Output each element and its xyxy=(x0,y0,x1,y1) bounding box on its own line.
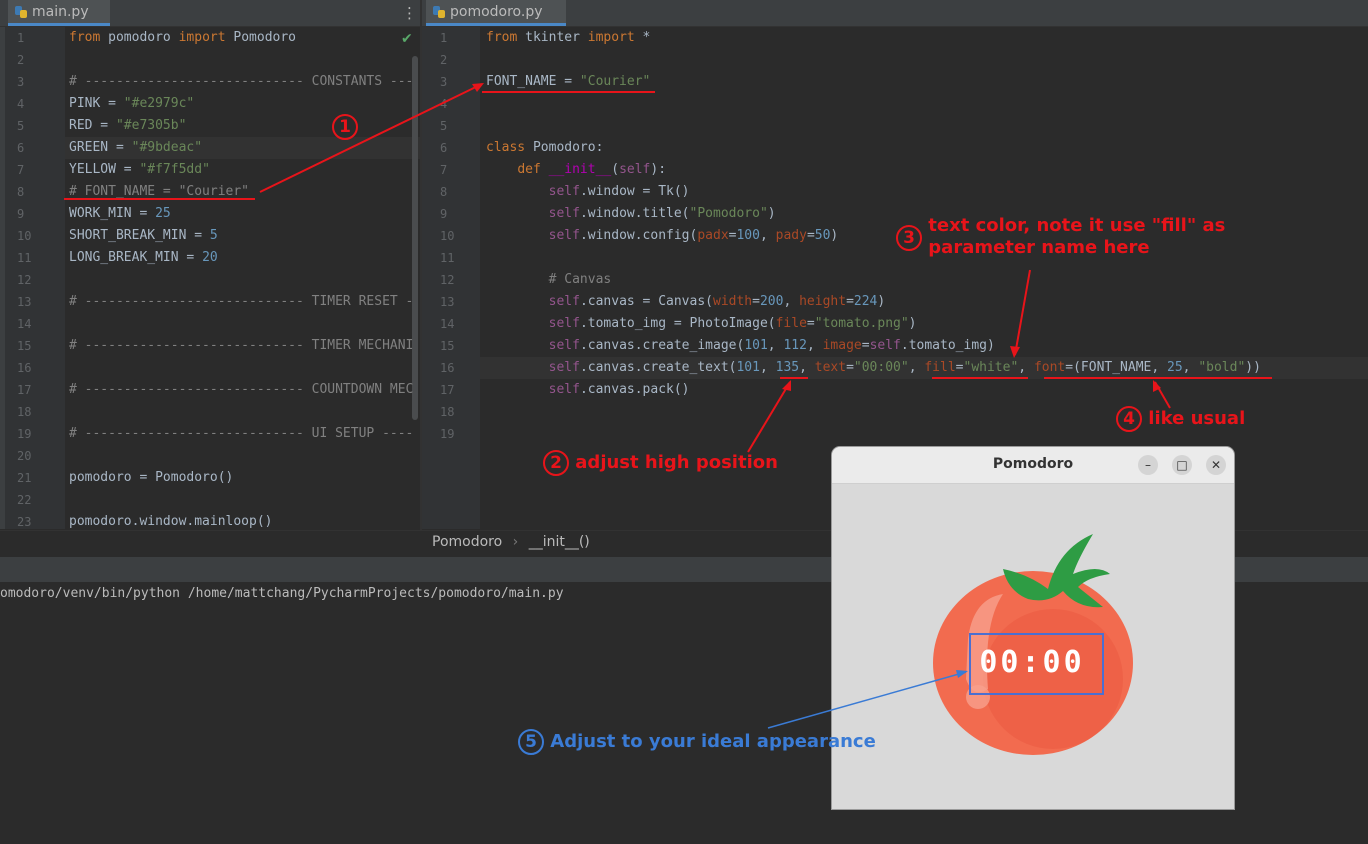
arrow-1 xyxy=(259,83,483,193)
annotation-3-number: 3 xyxy=(896,225,922,251)
annotation-4-number: 4 xyxy=(1116,406,1142,432)
annotation-4: 4 like usual xyxy=(1116,406,1245,432)
annotation-3: 3 text color, note it use "fill" as para… xyxy=(896,215,1225,259)
annotation-2: 2 adjust high position xyxy=(543,450,778,476)
annotation-5-number: 5 xyxy=(518,729,544,755)
arrow-5-head xyxy=(956,670,968,678)
annotation-4-text: like usual xyxy=(1148,408,1246,429)
annotation-1-number: 1 xyxy=(332,114,358,140)
arrow-3-head xyxy=(1010,346,1020,358)
arrow-2-head xyxy=(782,380,791,391)
arrow-3 xyxy=(1014,269,1031,356)
annotation-3-text-line2: parameter name here xyxy=(928,237,1150,258)
annotation-1: 1 xyxy=(332,114,358,140)
arrow-2 xyxy=(747,381,791,453)
annotation-5-text: Adjust to your ideal appearance xyxy=(550,731,876,752)
annotation-5: 5 Adjust to your ideal appearance xyxy=(518,729,876,755)
arrow-5 xyxy=(767,671,967,729)
annotation-2-number: 2 xyxy=(543,450,569,476)
annotation-3-text-line1: text color, note it use "fill" as xyxy=(928,215,1226,236)
annotation-2-text: adjust high position xyxy=(575,452,778,473)
